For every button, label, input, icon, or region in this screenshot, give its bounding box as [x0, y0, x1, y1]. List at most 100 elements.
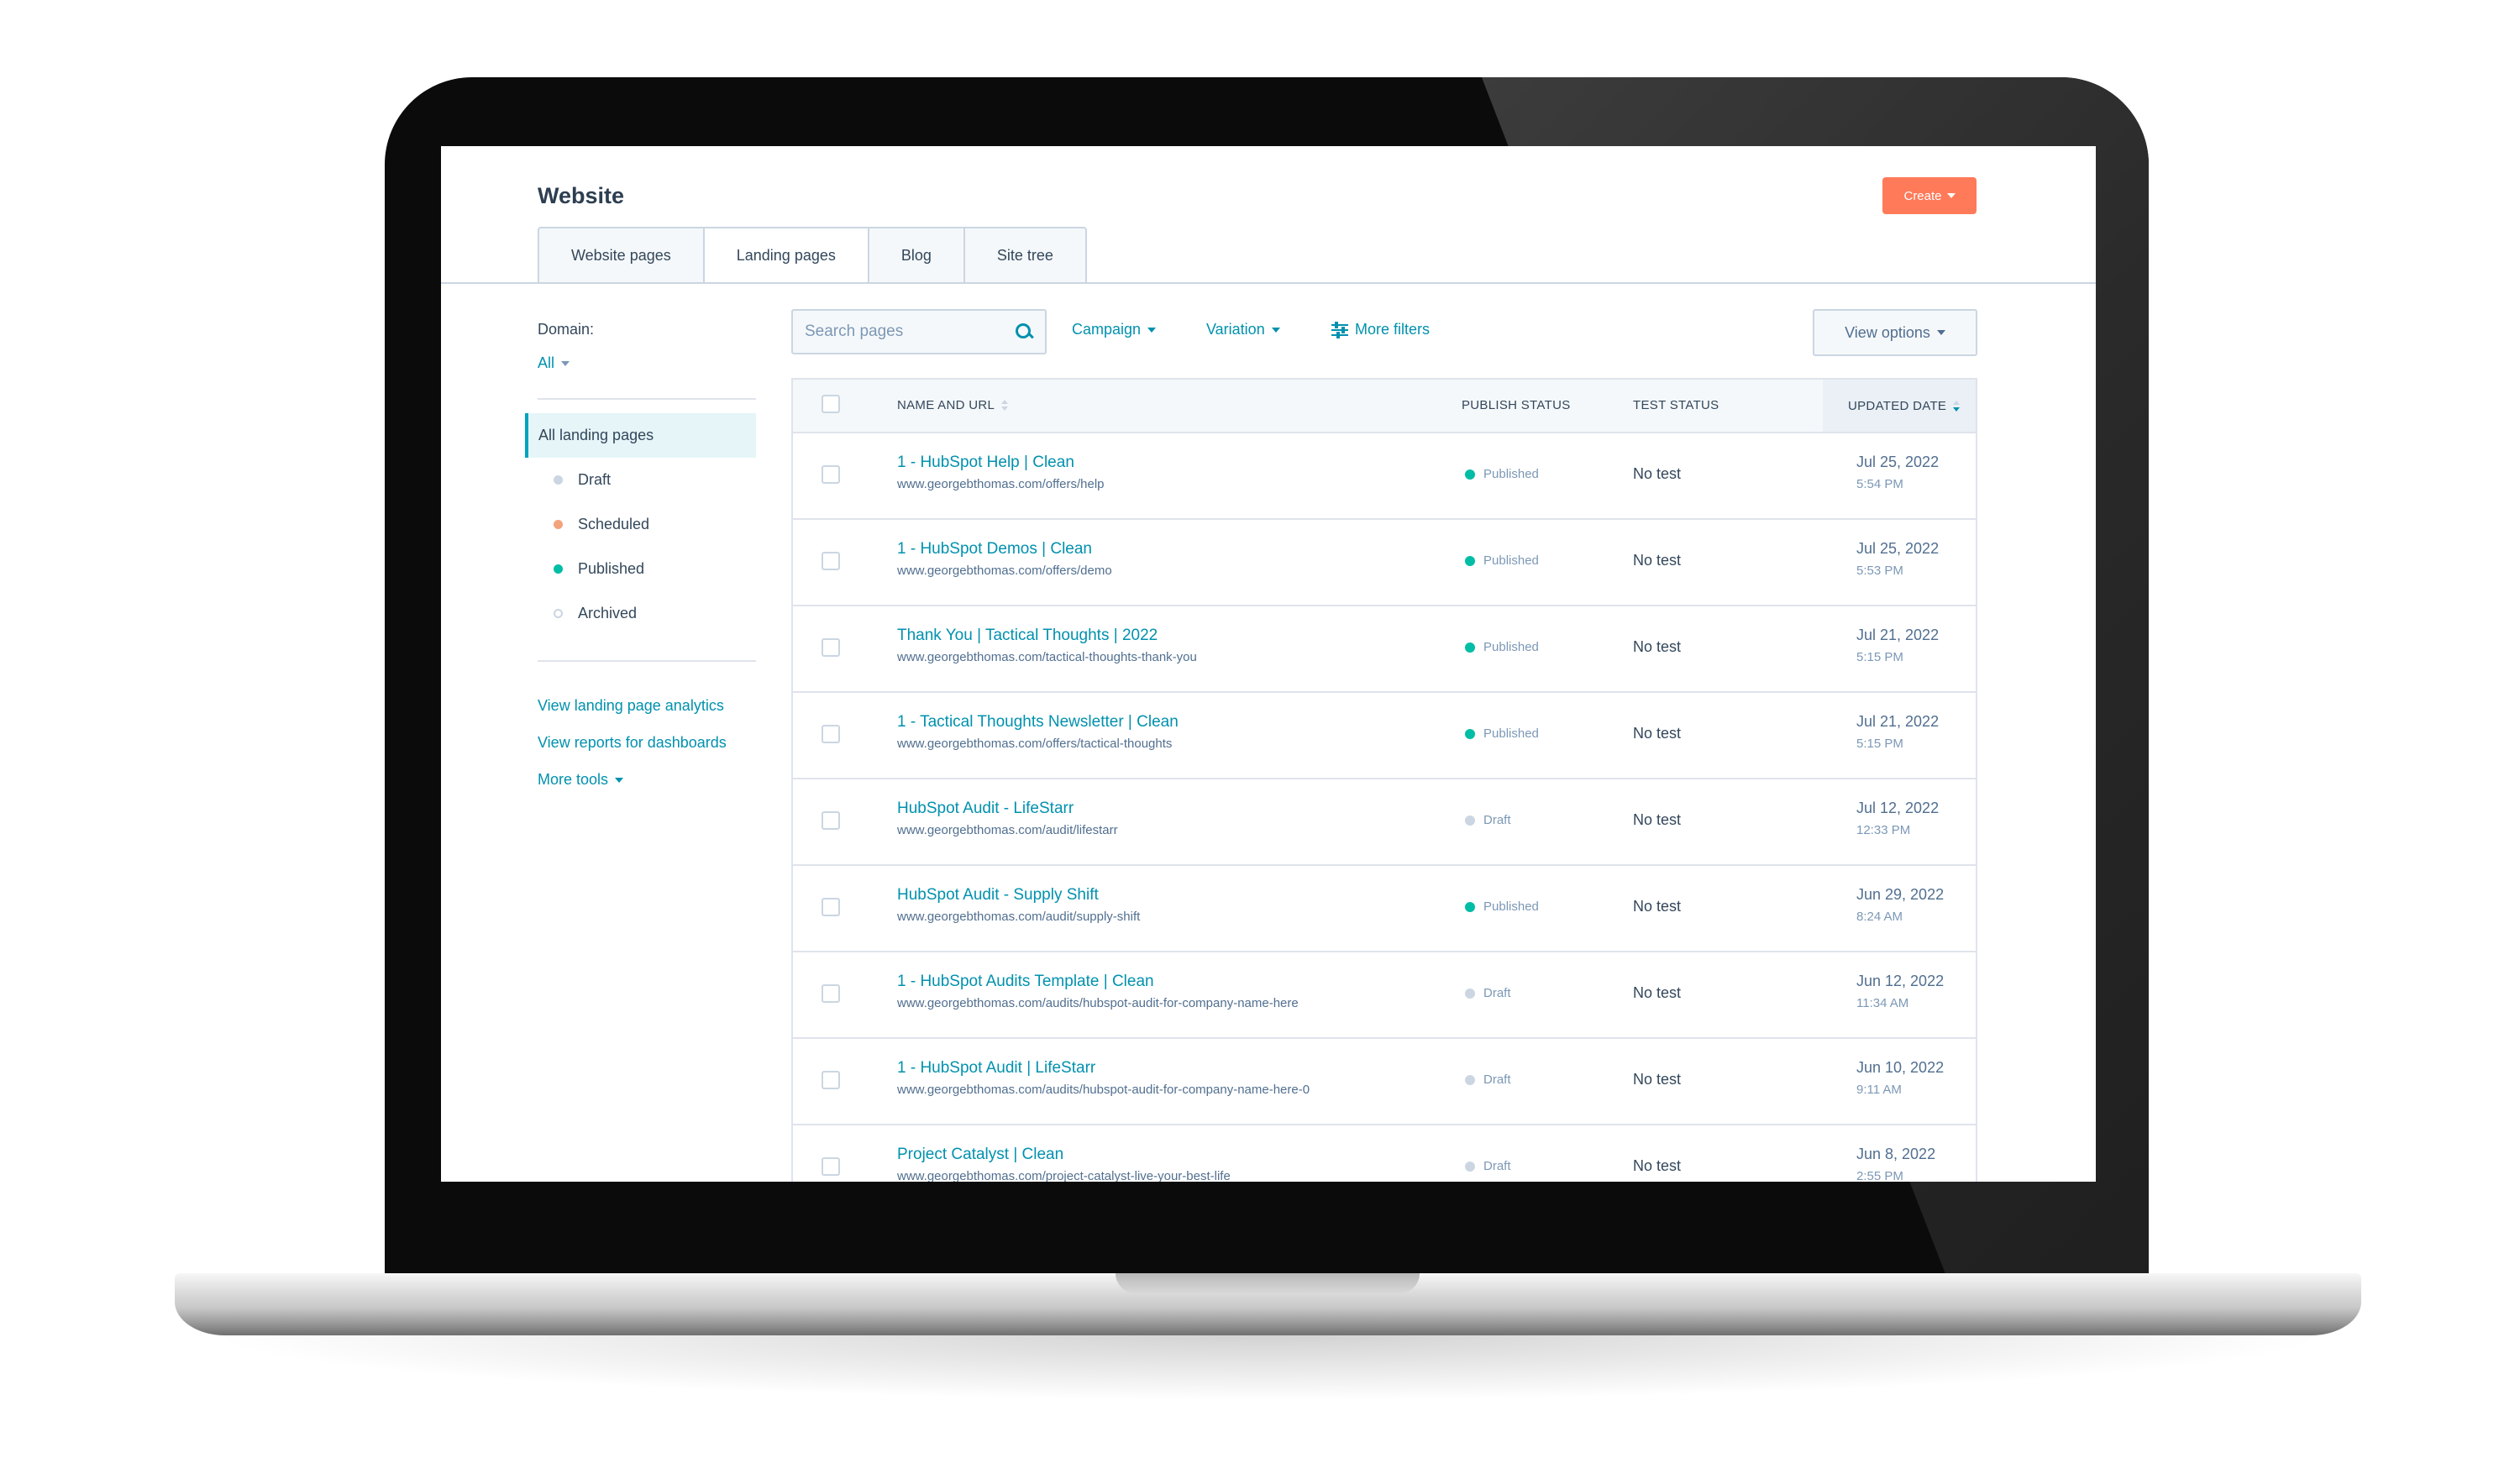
tab-website-pages[interactable]: Website pages	[538, 227, 705, 284]
page-url: www.georgebthomas.com/audit/lifestarr	[897, 823, 1118, 837]
row-checkbox[interactable]	[822, 552, 840, 570]
row-checkbox[interactable]	[822, 1157, 840, 1176]
publish-status: Published	[1465, 899, 1539, 914]
tab-bar: Website pages Landing pages Blog Site tr…	[538, 227, 1087, 284]
page-name-link[interactable]: 1 - HubSpot Audits Template | Clean	[897, 973, 1154, 991]
page-name-link[interactable]: Project Catalyst | Clean	[897, 1146, 1063, 1164]
test-status: No test	[1633, 898, 1682, 915]
sidebar-divider	[538, 398, 756, 400]
chevron-down-icon	[615, 777, 624, 783]
archived-dot-icon	[554, 609, 563, 618]
create-button[interactable]: Create	[1882, 177, 1977, 214]
page-url: www.georgebthomas.com/offers/demo	[897, 564, 1112, 578]
create-button-label: Create	[1903, 188, 1942, 203]
table-row[interactable]: 1 - HubSpot Audits Template | Clean www.g…	[793, 952, 1976, 1039]
test-status: No test	[1633, 984, 1682, 1001]
publish-status: Published	[1465, 467, 1539, 481]
table-row[interactable]: HubSpot Audit - Supply Shift www.georgebt…	[793, 866, 1976, 952]
column-updated-date[interactable]: UPDATED DATE	[1823, 380, 1976, 432]
status-dot-icon	[1465, 901, 1475, 912]
page-url: www.georgebthomas.com/audit/supply-shift	[897, 910, 1141, 924]
table-row[interactable]: HubSpot Audit - LifeStarr www.georgebthom…	[793, 779, 1976, 866]
updated-time: 9:11 AM	[1856, 1083, 1902, 1097]
publish-status: Published	[1465, 553, 1539, 568]
row-checkbox[interactable]	[822, 1071, 840, 1089]
publish-status-label: Published	[1483, 640, 1539, 654]
status-dot-icon	[1465, 728, 1475, 739]
row-checkbox[interactable]	[822, 725, 840, 743]
published-dot-icon	[554, 564, 563, 574]
screen: Website Create Website pages Landing pag…	[441, 146, 2096, 1182]
domain-dropdown[interactable]: All	[538, 354, 570, 372]
page-name-link[interactable]: Thank You | Tactical Thoughts | 2022	[897, 627, 1158, 645]
test-status: No test	[1633, 811, 1682, 828]
chevron-down-icon	[561, 360, 570, 366]
page-name-link[interactable]: 1 - HubSpot Audit | LifeStarr	[897, 1059, 1095, 1078]
view-reports-link[interactable]: View reports for dashboards	[538, 734, 727, 752]
variation-dropdown[interactable]: Variation	[1206, 321, 1280, 338]
header-divider	[441, 282, 2096, 284]
publish-status-label: Draft	[1483, 813, 1511, 827]
publish-status-label: Published	[1483, 553, 1539, 568]
search-icon[interactable]	[1015, 323, 1033, 341]
column-test-status[interactable]: TEST STATUS	[1633, 398, 1719, 412]
campaign-dropdown[interactable]: Campaign	[1072, 321, 1157, 338]
search-input[interactable]: Search pages	[791, 309, 1047, 354]
domain-value: All	[538, 354, 555, 371]
test-status: No test	[1633, 725, 1682, 742]
table-row[interactable]: 1 - HubSpot Help | Clean www.georgebthoma…	[793, 433, 1976, 520]
column-publish-status[interactable]: PUBLISH STATUS	[1462, 398, 1571, 412]
page-name-link[interactable]: 1 - Tactical Thoughts Newsletter | Clean	[897, 713, 1179, 732]
sort-icon	[1001, 400, 1009, 411]
sidebar-item-draft[interactable]: Draft	[525, 458, 756, 502]
publish-status: Draft	[1465, 813, 1511, 827]
sliders-icon	[1331, 321, 1348, 338]
chevron-down-icon	[1147, 327, 1157, 333]
table-row[interactable]: Project Catalyst | Clean www.georgebthoma…	[793, 1125, 1976, 1182]
table-row[interactable]: 1 - Tactical Thoughts Newsletter | Clean…	[793, 693, 1976, 779]
sidebar-item-label: Draft	[578, 471, 612, 488]
publish-status-label: Draft	[1483, 1159, 1511, 1173]
sidebar-item-label: Published	[578, 560, 645, 577]
page-name-link[interactable]: HubSpot Audit - Supply Shift	[897, 886, 1099, 905]
status-dot-icon	[1465, 555, 1475, 566]
view-analytics-link[interactable]: View landing page analytics	[538, 697, 724, 715]
sort-desc-icon	[1953, 400, 1961, 412]
campaign-label: Campaign	[1072, 321, 1142, 338]
view-options-button[interactable]: View options	[1813, 309, 1977, 356]
page-name-link[interactable]: 1 - HubSpot Help | Clean	[897, 454, 1074, 472]
page-url: www.georgebthomas.com/offers/tactical-th…	[897, 737, 1173, 751]
page-name-link[interactable]: HubSpot Audit - LifeStarr	[897, 800, 1074, 818]
publish-status-label: Published	[1483, 899, 1539, 914]
tab-site-tree[interactable]: Site tree	[964, 227, 1087, 284]
row-checkbox[interactable]	[822, 811, 840, 830]
sidebar-item-all-landing-pages[interactable]: All landing pages	[525, 413, 756, 458]
test-status: No test	[1633, 638, 1682, 655]
test-status: No test	[1633, 465, 1682, 482]
more-tools-label: More tools	[538, 771, 609, 788]
sidebar-item-archived[interactable]: Archived	[525, 591, 756, 636]
table-row[interactable]: 1 - HubSpot Audit | LifeStarr www.georgeb…	[793, 1039, 1976, 1125]
row-checkbox[interactable]	[822, 465, 840, 484]
page-name-link[interactable]: 1 - HubSpot Demos | Clean	[897, 540, 1092, 559]
publish-status-label: Draft	[1483, 986, 1511, 1000]
select-all-checkbox[interactable]	[822, 395, 840, 413]
sidebar-item-published[interactable]: Published	[525, 547, 756, 591]
tab-landing-pages[interactable]: Landing pages	[704, 227, 869, 284]
draft-dot-icon	[554, 475, 563, 485]
updated-date: Jun 29, 2022	[1856, 886, 1945, 903]
row-checkbox[interactable]	[822, 638, 840, 657]
table-row[interactable]: 1 - HubSpot Demos | Clean www.georgebthom…	[793, 520, 1976, 606]
page-title: Website	[538, 183, 625, 208]
table-body: 1 - HubSpot Help | Clean www.georgebthoma…	[793, 433, 1976, 1182]
table-row[interactable]: Thank You | Tactical Thoughts | 2022 www.…	[793, 606, 1976, 693]
row-checkbox[interactable]	[822, 898, 840, 916]
row-checkbox[interactable]	[822, 984, 840, 1003]
more-filters-button[interactable]: More filters	[1331, 321, 1430, 338]
column-name-and-url[interactable]: NAME AND URL	[897, 398, 1009, 412]
sidebar-item-scheduled[interactable]: Scheduled	[525, 502, 756, 547]
page-url: www.georgebthomas.com/tactical-thoughts-…	[897, 650, 1197, 664]
more-tools-dropdown[interactable]: More tools	[538, 771, 624, 789]
updated-time: 5:15 PM	[1856, 737, 1903, 751]
tab-blog[interactable]: Blog	[869, 227, 965, 284]
